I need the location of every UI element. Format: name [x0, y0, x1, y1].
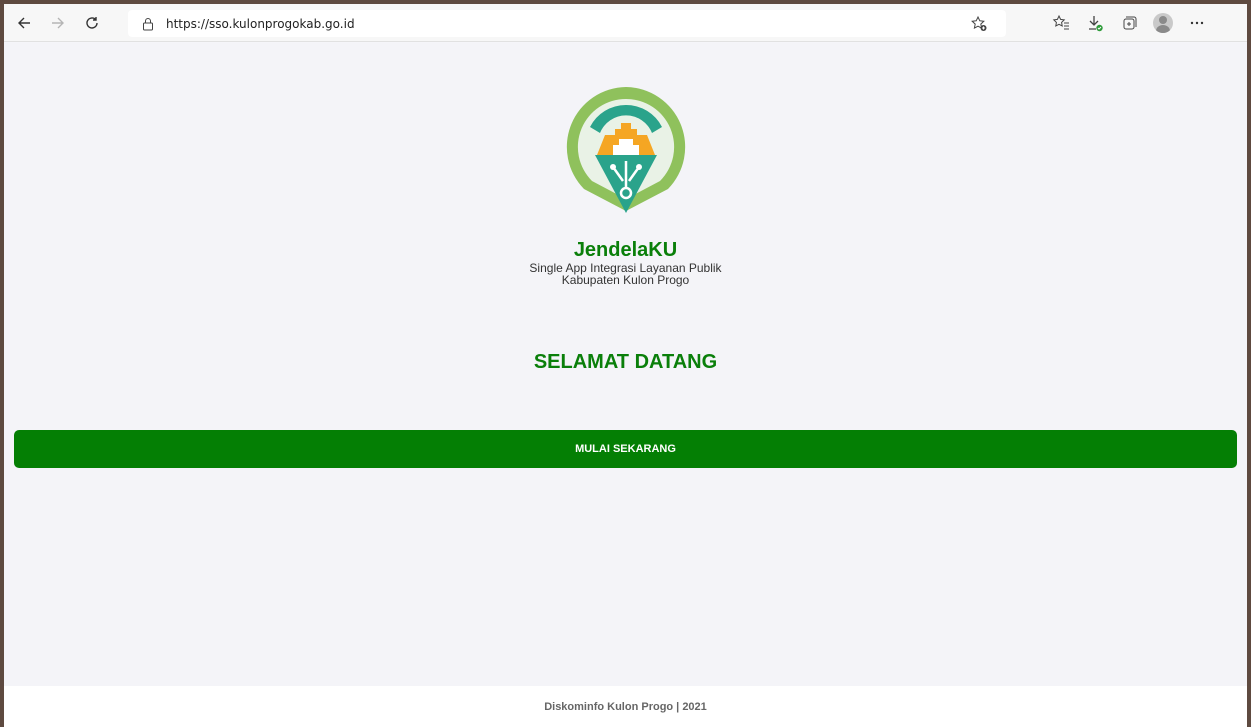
browser-window: https://sso.kulonprogokab.go.id JendelaK… — [4, 4, 1247, 727]
footer: Diskominfo Kulon Progo | 2021 — [4, 686, 1247, 727]
favorites-icon[interactable] — [1044, 9, 1078, 37]
avatar[interactable] — [1153, 13, 1173, 33]
lock-icon[interactable] — [142, 17, 154, 31]
browser-tools — [1044, 9, 1214, 37]
downloads-icon[interactable] — [1078, 9, 1112, 37]
forward-icon[interactable] — [44, 9, 72, 37]
jendelaku-logo — [566, 87, 686, 213]
footer-text: Diskominfo Kulon Progo | 2021 — [544, 700, 707, 713]
more-icon[interactable] — [1180, 9, 1214, 37]
page-content: JendelaKU Single App Integrasi Layanan P… — [4, 43, 1247, 727]
profile-icon[interactable] — [1146, 9, 1180, 37]
browser-toolbar: https://sso.kulonprogokab.go.id — [4, 4, 1247, 42]
app-subtitle-line2: Kabupaten Kulon Progo — [561, 273, 690, 287]
url-text[interactable]: https://sso.kulonprogokab.go.id — [166, 17, 355, 31]
collections-icon[interactable] — [1112, 9, 1146, 37]
address-bar[interactable]: https://sso.kulonprogokab.go.id — [128, 10, 1006, 37]
app-title: JendelaKU — [573, 239, 678, 261]
refresh-icon[interactable] — [78, 9, 106, 37]
favorite-add-icon[interactable] — [970, 15, 988, 38]
back-icon[interactable] — [10, 9, 38, 37]
welcome-heading: SELAMAT DATANG — [533, 351, 718, 373]
start-button[interactable]: MULAI SEKARANG — [14, 430, 1237, 468]
